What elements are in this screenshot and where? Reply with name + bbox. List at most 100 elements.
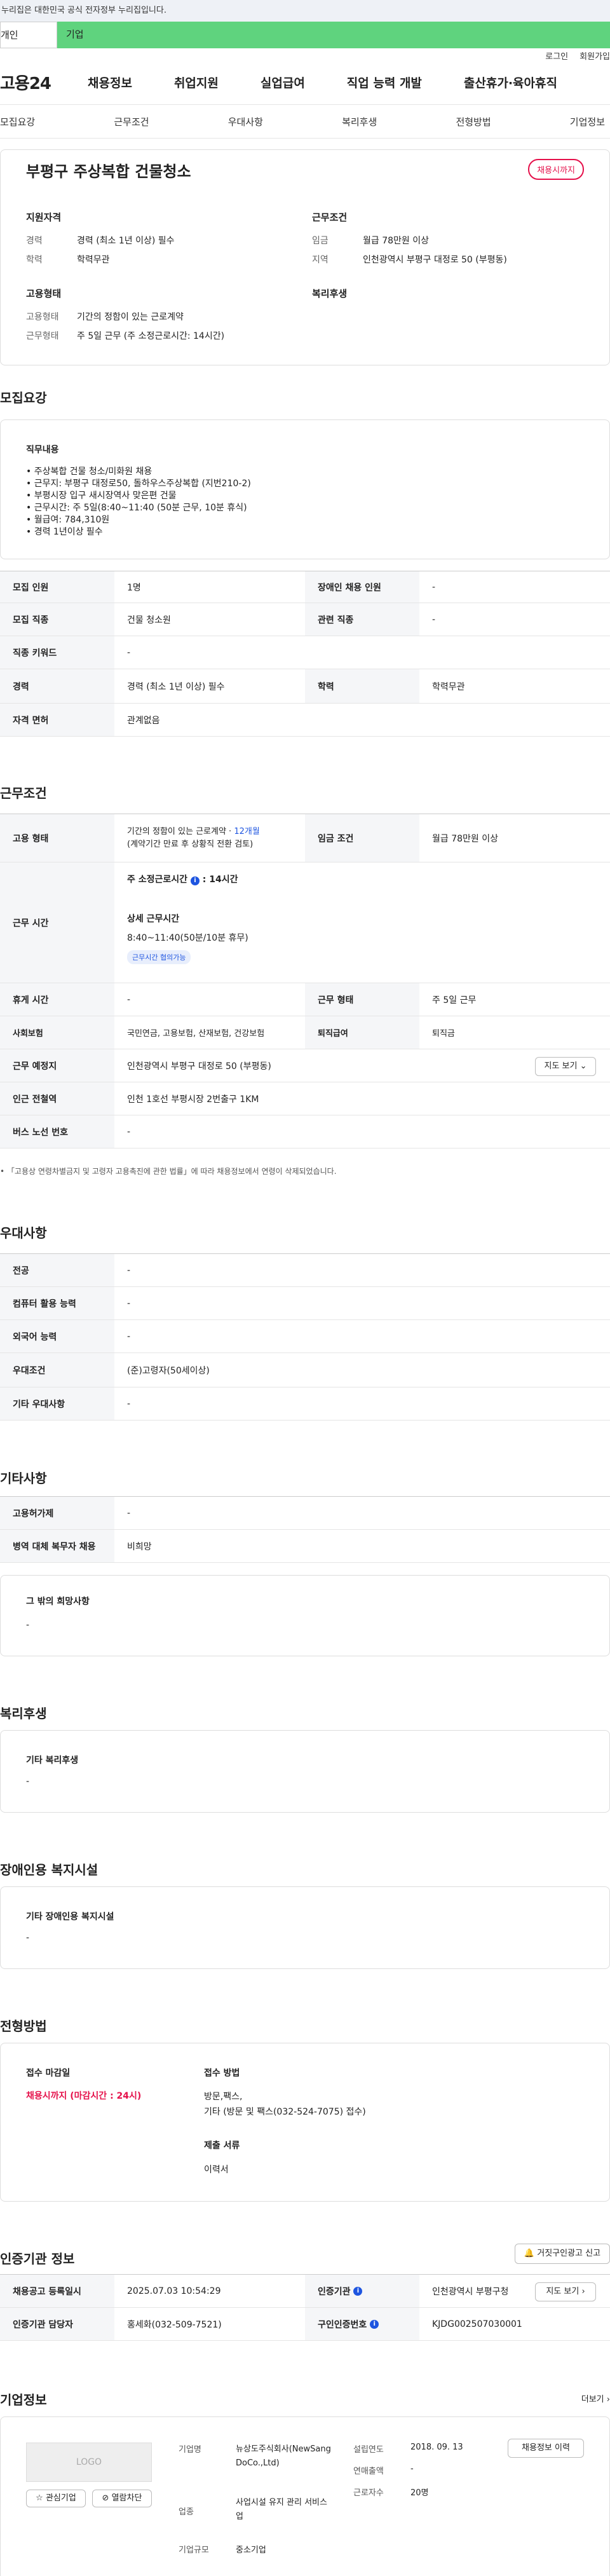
founded-value: 2018. 09. 13 (410, 2443, 463, 2452)
star-icon: ☆ (36, 2493, 43, 2503)
company-box: LOGO ☆ 관심기업 ⊘ 열람차단 기업명 뉴상도주식회사(NewSangDo… (0, 2416, 610, 2576)
kv-value: 학력무관 (77, 255, 110, 265)
kv-key: 지역 (312, 255, 329, 265)
subnav-recruit[interactable]: 모집요강 (0, 115, 35, 128)
util-links: 로그인 회원가입 (0, 48, 610, 66)
screening-title: 전형방법 (0, 2019, 47, 2034)
join-link[interactable]: 회원가입 (580, 48, 610, 66)
subnav-company[interactable]: 기업정보 (570, 115, 605, 128)
gnb-item-job-training[interactable]: 직업 능력 개발 (347, 74, 422, 91)
other-wishes-title: 그 밖의 희망사항 (26, 1597, 90, 1607)
duty-line: • 근무지: 부평구 대정로50, 돌하우스주상복합 (지번210-2) (26, 479, 251, 489)
docs-title: 제출 서류 (204, 2141, 240, 2151)
cell-th: 모집 직종 (0, 603, 114, 636)
info-icon[interactable]: i (353, 2286, 363, 2296)
kv-key: 경력 (26, 236, 43, 246)
job-title: 부평구 주상복합 건물청소 (26, 163, 191, 181)
cell-th: 고용 형태 (0, 814, 114, 862)
cell-th: 외국어 능력 (0, 1320, 114, 1353)
cell-td: 홍세화(032-509-7521) (127, 2319, 222, 2330)
section-subnav: 모집요강 근무조건 우대사항 복리후생 전형방법 기업정보 (0, 104, 610, 139)
work-table: 고용 형태 기간의 정함이 있는 근로계약 · 12개월 (계약기간 만료 후 … (0, 814, 610, 1148)
work-title: 근무조건 (0, 786, 47, 801)
subnav-pref[interactable]: 우대사항 (228, 115, 263, 128)
cell-th: 기타 우대사항 (0, 1387, 114, 1420)
table-row: 외국어 능력 - (0, 1320, 610, 1353)
map-view-button[interactable]: 지도 보기 ⌄ (535, 1057, 596, 1076)
global-nav: 고용24 채용정보 취업지원 실업급여 직업 능력 개발 출산휴가·육아휴직 (0, 66, 610, 98)
false-ad-report-button[interactable]: 🔔 거짓구인광고 신고 (515, 2244, 610, 2264)
cell-th: 근무 형태 (305, 983, 419, 1016)
kv-value: 기간의 정함이 있는 근로계약 (77, 312, 184, 322)
tab-individual[interactable]: 개인 (0, 22, 57, 48)
subnav-screening[interactable]: 전형방법 (456, 115, 491, 128)
fav-label: 관심기업 (45, 2493, 76, 2503)
table-row: 전공 - (0, 1254, 610, 1287)
info-icon[interactable]: i (190, 876, 200, 885)
bell-icon: 🔔 (524, 2249, 535, 2258)
recruit-table: 모집 인원 1명 장애인 채용 인원 - 모집 직종 건물 청소원 관련 직종 … (0, 571, 610, 737)
disab-box-value: - (26, 1933, 30, 1943)
gnb-item-maternity-leave[interactable]: 출산휴가·육아휴직 (464, 74, 557, 91)
method-lines: 방문,팩스, 기타 (방문 및 팩스(032-524-7075) 접수) (204, 2089, 366, 2120)
tab-corporate[interactable]: 기업 (57, 22, 610, 48)
table-row: 사회보험 국민연금, 고용보험, 산재보험, 건강보험 퇴직급여 퇴직금 (0, 1016, 610, 1049)
cell-th: 버스 노선 번호 (0, 1115, 114, 1148)
cell-td: 경력 (최소 1년 이상) 필수 (127, 681, 225, 692)
site-logo[interactable]: 고용24 (0, 71, 51, 94)
table-row: 모집 인원 1명 장애인 채용 인원 - (0, 571, 610, 603)
cell-td: - (432, 614, 436, 625)
kv-value: 경력 (최소 1년 이상) 필수 (77, 236, 175, 246)
cell-th: 휴게 시간 (0, 983, 114, 1016)
chevron-right-icon: › (581, 2287, 585, 2296)
gnb-item-employment-support[interactable]: 취업지원 (174, 74, 219, 91)
cert-map-button[interactable]: 지도 보기 › (535, 2282, 596, 2301)
weekly-hours-value: : 14시간 (202, 875, 238, 885)
fav-company-button[interactable]: ☆ 관심기업 (26, 2490, 86, 2507)
hours-detail: 8:40~11:40(50분/10분 휴무) (127, 933, 248, 943)
table-row: 직종 키워드 - (0, 636, 610, 669)
cert-map-label: 지도 보기 (546, 2287, 580, 2296)
emp-type-line: 기간의 정함이 있는 근로계약 · 12개월 (127, 826, 260, 838)
table-row: 경력 경력 (최소 1년 이상) 필수 학력 학력무관 (0, 669, 610, 704)
size-value: 중소기업 (236, 2545, 266, 2555)
kv-value: 주 5일 근무 (주 소정근로시간: 14시간) (77, 331, 225, 341)
emp-type: 고용형태 기간의 정함이 있는 근로계약 (26, 310, 184, 323)
cell-th: 근무 예정지 (0, 1049, 114, 1082)
welfare-box-value: - (26, 1776, 30, 1787)
qual-education: 학력 학력무관 (26, 253, 110, 266)
chevron-down-icon: ⌄ (580, 1061, 587, 1071)
duty-line: • 부평시장 입구 새시장역사 맞은편 건물 (26, 491, 177, 501)
cell-th: 구인인증번호 i (305, 2308, 419, 2340)
job-history-button[interactable]: 채용정보 이력 (508, 2439, 584, 2458)
pref-table: 전공 - 컴퓨터 활용 능력 - 외국어 능력 - 우대조건 (준)고령자(50세이상)… (0, 1253, 610, 1421)
cell-td: 주 5일 근무 (432, 995, 477, 1005)
pref-title: 우대사항 (0, 1225, 47, 1241)
gnb-item-jobs[interactable]: 채용정보 (88, 74, 132, 91)
block-view-button[interactable]: ⊘ 열람차단 (92, 2490, 152, 2507)
gnb-item-unemployment-benefit[interactable]: 실업급여 (261, 74, 305, 91)
cell-th: 고용허가제 (0, 1497, 114, 1529)
table-row: 인증기관 담당자 홍세화(032-509-7521) 구인인증번호 i KJDG… (0, 2308, 610, 2341)
subnav-work[interactable]: 근무조건 (114, 115, 149, 128)
subnav-welfare[interactable]: 복리후생 (342, 115, 377, 128)
cell-th: 인증기관 담당자 (0, 2308, 114, 2340)
cell-th: 컴퓨터 활용 능력 (0, 1287, 114, 1319)
cell-td: - (127, 1398, 131, 1409)
staff-value: 20명 (410, 2488, 429, 2498)
info-icon[interactable]: i (370, 2319, 379, 2329)
cell-td: (준)고령자(50세이상) (127, 1365, 210, 1376)
cell-th: 우대조건 (0, 1353, 114, 1387)
login-link[interactable]: 로그인 (545, 48, 568, 66)
duty-line: • 근무시간: 주 5일(8:40~11:40 (50분 근무, 10분 휴식) (26, 503, 247, 513)
cell-td: 비희망 (127, 1541, 152, 1552)
emp-schedule: 근무형태 주 5일 근무 (주 소정근로시간: 14시간) (26, 329, 224, 342)
cell-th: 장애인 채용 인원 (305, 571, 419, 603)
table-row: 휴게 시간 - 근무 형태 주 5일 근무 (0, 983, 610, 1016)
block-label: 열람차단 (111, 2493, 142, 2503)
cell-th: 인증기관 i (305, 2275, 419, 2307)
method-line: 방문,팩스, (204, 2092, 243, 2102)
company-more-link[interactable]: 더보기 › (581, 2392, 610, 2404)
table-row: 근무 예정지 인천광역시 부평구 대정로 50 (부평동) 지도 보기 ⌄ (0, 1049, 610, 1082)
weekly-hours: 주 소정근로시간 i : 14시간 (127, 873, 238, 885)
